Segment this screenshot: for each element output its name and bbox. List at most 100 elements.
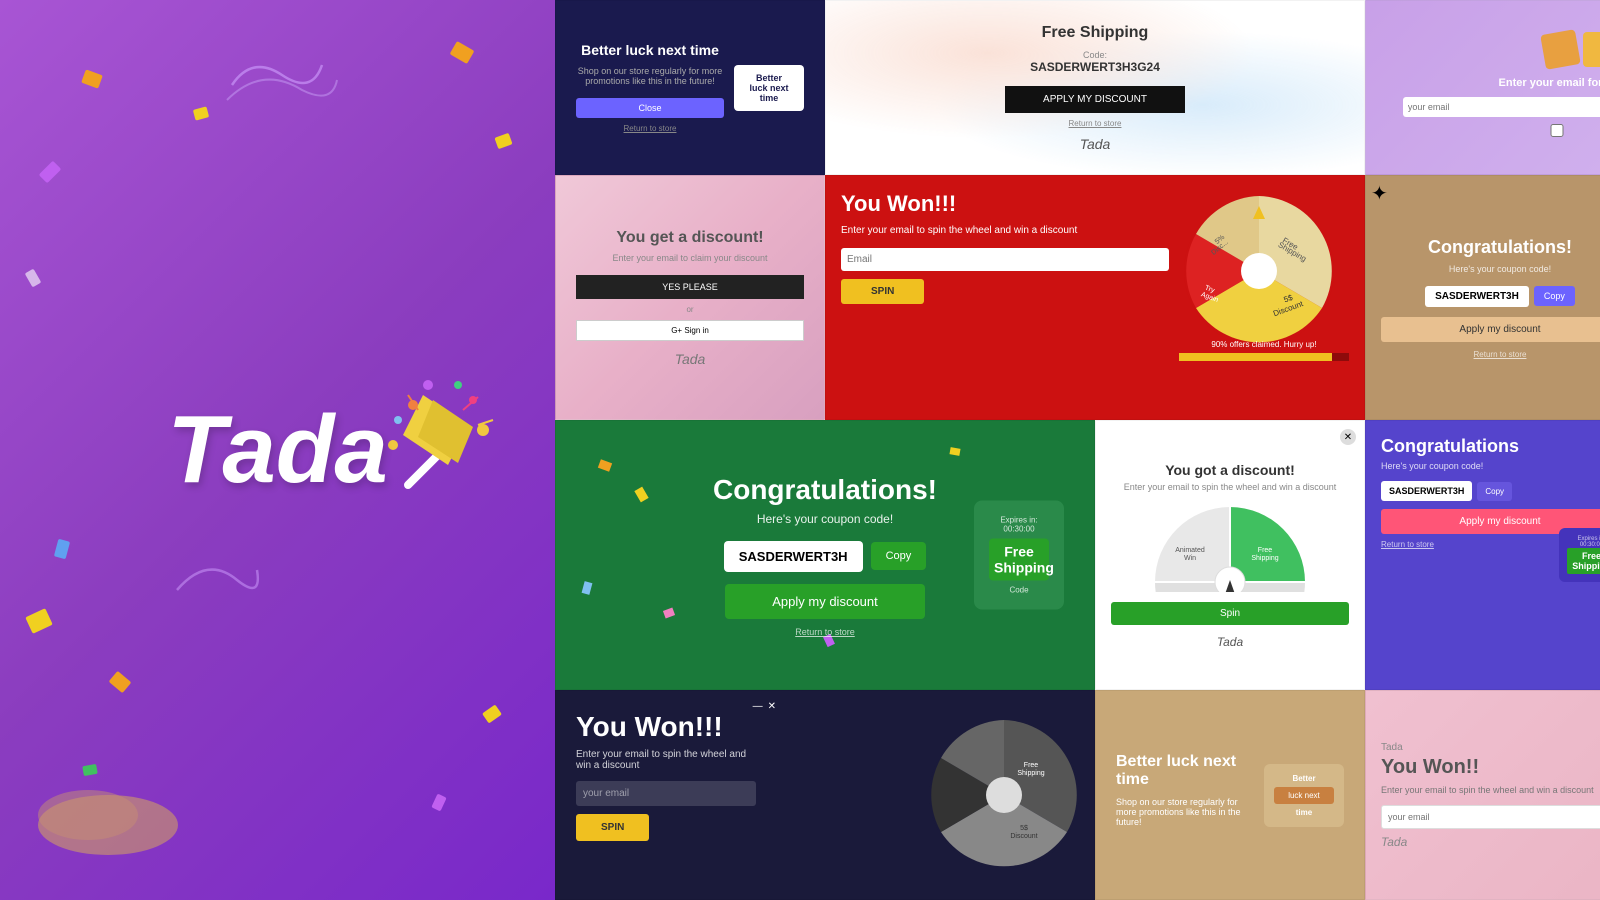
card1-return-link[interactable]: Return to store [576,124,724,133]
card4-title: You get a discount! [616,229,763,247]
logo-container: Tada [167,395,388,505]
card-congratulations-brown: ✦ Congratulations! Here's your coupon co… [1365,175,1600,420]
card7-ticket-badge: Free Shipping [989,539,1049,581]
svg-text:5$: 5$ [1020,825,1028,832]
card3-checkbox-row: I agree to Terms and I have read our Pri… [1512,123,1600,144]
card-you-get-discount: You get a discount! Enter your email to … [555,175,825,420]
card4-brand: Tada [675,351,706,367]
confetti-purple-2 [431,794,446,812]
spin-wheel-svg: Free Shipping 5$ Discount Try Again 5% D… [1179,191,1339,351]
svg-text:Free: Free [1258,547,1273,554]
card9-copy-button[interactable]: Copy [1477,482,1512,501]
card11-close-button[interactable]: ✕ [768,701,776,712]
confetti-g1 [598,459,612,472]
card-better-luck-beige: Better luck next time Shop on our store … [1095,690,1365,900]
card2-return-link[interactable]: Return to store [1069,119,1122,128]
card4-cta-button[interactable]: YES PLEASE [576,275,804,299]
card8-brand: Tada [1217,635,1243,649]
svg-text:Discount: Discount [1010,833,1037,840]
card7-return-link[interactable]: Return to store [795,627,855,637]
confetti-white-1 [24,269,41,288]
card8-spin-button[interactable]: Spin [1111,602,1349,625]
card13-title: You Won!! [1381,756,1600,779]
confetti-g4 [663,607,675,618]
confetti-orange-3 [109,671,132,693]
card-email-win: Enter your email for the chance to win! … [1365,0,1600,175]
card12-ticket-badge: luck next [1274,787,1334,804]
card5-subtitle: Enter your email to spin the wheel and w… [841,225,1169,236]
semicircle-wheel-svg: Free Shipping Animated Win Free Win [1150,502,1310,592]
card-spin-wheel-red: You Won!!! Enter your email to spin the … [825,175,1365,420]
card13-brand-footer: Tada [1381,835,1600,849]
card6-code: SASDERWERT3H [1425,286,1529,307]
card11-email-input[interactable] [576,781,756,806]
card2-title: Free Shipping [1042,24,1149,42]
card-you-got-discount-white: ✕ You got a discount! Enter your email t… [1095,420,1365,690]
card9-title: Congratulations [1381,436,1600,457]
card7-code: SASDERWERT3H [724,541,863,572]
card5-spin-button[interactable]: SPIN [841,279,924,304]
card9-ticket-expires: Expires in: 00:30:00 [1567,536,1600,548]
swirl-decoration-2 [167,540,267,620]
card12-content: Better luck next time Shop on our store … [1116,753,1254,837]
card5-email-input[interactable] [841,248,1169,271]
card1-close-button[interactable]: Close [576,98,724,118]
card6-return-link[interactable]: Return to store [1474,350,1527,359]
card13-content: Tada You Won!! Enter your email to spin … [1381,742,1600,849]
card9-code: SASDERWERT3H [1381,481,1472,501]
box-icon-2 [1583,32,1600,67]
svg-text:Animated: Animated [1175,547,1205,554]
card6-subtitle: Here's your coupon code! [1449,264,1551,274]
mockups-grid: Better luck next time Shop on our store … [555,0,1600,900]
card12-body: Shop on our store regularly for more pro… [1116,797,1254,827]
card1-ticket: Better luck next time [734,65,804,111]
card11-close-area: — ✕ [753,701,776,712]
card9-ticket-mini: Expires in: 00:30:00 Free Shipping [1559,528,1600,582]
card8-close-button[interactable]: ✕ [1340,429,1356,445]
card1-title: Better luck next time [576,42,724,58]
card7-copy-button[interactable]: Copy [871,542,927,570]
card3-terms-checkbox[interactable] [1512,124,1600,137]
swirl-decoration [222,45,342,125]
confetti-blue-1 [53,539,69,559]
card13-brand: Tada [1381,742,1600,753]
card11-minimize-button[interactable]: — [753,701,763,712]
card4-or-text: or [686,305,693,314]
card3-email-input[interactable] [1403,97,1600,117]
confetti-orange-2 [449,41,474,64]
svg-text:Free: Free [1024,762,1039,769]
card12-ticket: Better luck next time [1264,764,1344,827]
confetti-g3 [581,581,592,595]
confetti-yellow-1 [193,106,209,120]
confetti-yellow-2 [494,133,512,149]
card2-brand: Tada [1080,136,1111,152]
card5-wheel-container: Free Shipping 5$ Discount Try Again 5% D… [1179,191,1349,361]
card2-code: SASDERWERT3H3G24 [1030,60,1160,74]
confetti-g2 [634,487,648,503]
confetti-yellow-3 [25,608,53,634]
card-better-luck-dark: Better luck next time Shop on our store … [555,0,825,175]
card9-ticket-badge: Free Shipping [1567,548,1600,574]
box-icon-1 [1540,29,1581,70]
card5-left-content: You Won!!! Enter your email to spin the … [841,191,1169,404]
card1-ticket-text: Better luck next time [742,73,796,103]
card5-progress-text: 90% offers claimed. Hurry up! [1179,340,1349,349]
card7-apply-button[interactable]: Apply my discount [725,584,925,619]
card6-code-row: SASDERWERT3H Copy [1425,286,1575,307]
card6-apply-button[interactable]: Apply my discount [1381,317,1600,342]
left-panel: Tada [0,0,555,900]
card2-apply-button[interactable]: APPLY MY DISCOUNT [1005,86,1185,113]
svg-text:Win: Win [1184,555,1196,562]
card8-subtitle: Enter your email to spin the wheel and w… [1124,482,1337,492]
card4-social-button[interactable]: G+ Sign in [576,320,804,341]
card8-title: You got a discount! [1165,462,1295,478]
card5-progress-bar-container [1179,353,1349,361]
card-free-shipping-white: Free Shipping Code: SASDERWERT3H3G24 APP… [825,0,1365,175]
card11-spin-button[interactable]: SPIN [576,814,649,841]
card3-boxes [1543,32,1600,67]
card-spin-wheel-dark: — ✕ You Won!!! Enter your email to spin … [555,690,1095,900]
card13-email-input[interactable] [1381,805,1600,829]
card6-copy-button[interactable]: Copy [1534,286,1575,306]
card12-title: Better luck next time [1116,753,1254,789]
card11-wheel-area: Free Shipping 5$ Discount [924,715,1084,875]
